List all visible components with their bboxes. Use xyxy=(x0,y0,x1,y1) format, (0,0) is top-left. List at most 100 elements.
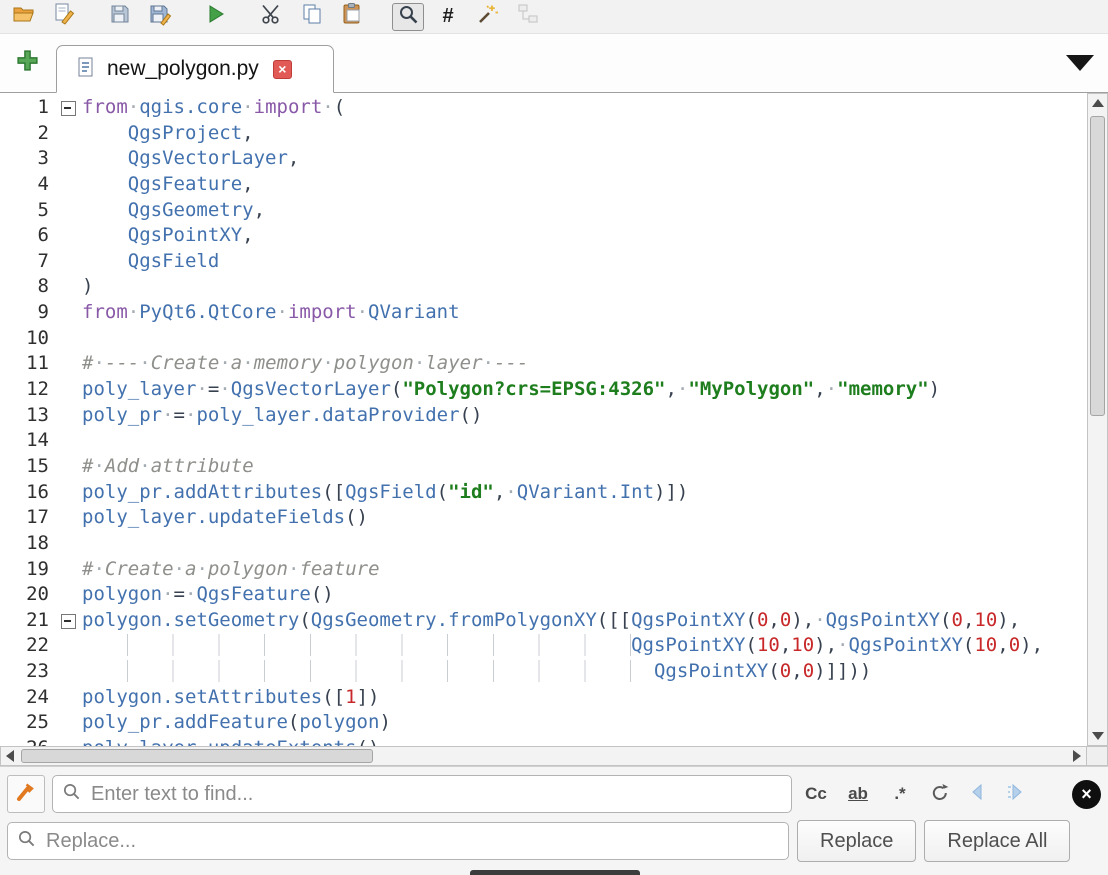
vertical-scrollbar[interactable] xyxy=(1087,93,1108,746)
code-line[interactable]: 10 xyxy=(0,326,1087,352)
line-number[interactable]: 10 xyxy=(0,326,56,352)
line-number[interactable]: 1 xyxy=(0,95,56,121)
line-number[interactable]: 21 xyxy=(0,608,56,634)
wrap-around-icon xyxy=(929,781,951,808)
fold-spacer xyxy=(56,710,82,736)
fold-spacer xyxy=(56,428,82,454)
code-text: poly_pr.addAttributes([QgsField("id",·QV… xyxy=(82,480,688,506)
find-options-button[interactable] xyxy=(7,775,45,813)
code-line[interactable]: 7 QgsField xyxy=(0,249,1087,275)
scroll-up-arrow[interactable] xyxy=(1088,94,1107,112)
scroll-left-arrow[interactable] xyxy=(1,747,19,765)
line-number[interactable]: 16 xyxy=(0,480,56,506)
code-line[interactable]: 15 #·Add·attribute xyxy=(0,454,1087,480)
line-number[interactable]: 24 xyxy=(0,685,56,711)
code-text: #·Add·attribute xyxy=(82,454,254,480)
line-number[interactable]: 11 xyxy=(0,351,56,377)
run-script-button[interactable] xyxy=(200,3,232,31)
save-button[interactable] xyxy=(104,3,136,31)
line-number[interactable]: 20 xyxy=(0,582,56,608)
line-number[interactable]: 17 xyxy=(0,505,56,531)
wrap-around-toggle[interactable] xyxy=(924,778,956,810)
code-line[interactable]: 14 xyxy=(0,428,1087,454)
code-line[interactable]: 23 QgsPointXY(0,0)]])) xyxy=(0,659,1087,685)
line-number[interactable]: 13 xyxy=(0,403,56,429)
code-text: #·Create·a·polygon·feature xyxy=(82,557,380,583)
line-number[interactable]: 14 xyxy=(0,428,56,454)
code-line[interactable]: 18 xyxy=(0,531,1087,557)
tab-list-dropdown-icon[interactable] xyxy=(1066,55,1094,71)
line-number[interactable]: 4 xyxy=(0,172,56,198)
code-line[interactable]: 1from·qgis.core·import·( xyxy=(0,95,1087,121)
scroll-right-arrow[interactable] xyxy=(1068,747,1086,765)
new-script-button[interactable] xyxy=(48,3,80,31)
cut-button[interactable] xyxy=(256,3,288,31)
code-line[interactable]: 9from·PyQt6.QtCore·import·QVariant xyxy=(0,300,1087,326)
line-number[interactable]: 22 xyxy=(0,633,56,659)
line-number[interactable]: 18 xyxy=(0,531,56,557)
copy-button[interactable] xyxy=(296,3,328,31)
code-line[interactable]: 22 QgsPointXY(10,10),·QgsPointXY(10,0), xyxy=(0,633,1087,659)
code-line[interactable]: 5 QgsGeometry, xyxy=(0,198,1087,224)
find-text-button[interactable] xyxy=(392,3,424,31)
horizontal-scrollbar[interactable] xyxy=(0,746,1087,766)
code-line[interactable]: 3 QgsVectorLayer, xyxy=(0,146,1087,172)
paste-button[interactable] xyxy=(336,3,368,31)
code-line[interactable]: 13poly_pr·=·poly_layer.dataProvider() xyxy=(0,403,1087,429)
tab-close-icon[interactable]: × xyxy=(273,60,292,79)
line-number[interactable]: 2 xyxy=(0,121,56,147)
line-number[interactable]: 3 xyxy=(0,146,56,172)
new-tab-button[interactable] xyxy=(14,50,40,76)
replace-all-button[interactable]: Replace All xyxy=(924,820,1070,862)
code-line[interactable]: 16 poly_pr.addAttributes([QgsField("id",·… xyxy=(0,480,1087,506)
tab-new-polygon[interactable]: new_polygon.py × xyxy=(56,45,334,93)
horizontal-scrollbar-thumb[interactable] xyxy=(21,749,373,763)
toggle-comment-button[interactable]: # xyxy=(432,3,464,31)
save-as-button[interactable] xyxy=(144,3,176,31)
code-line[interactable]: 4 QgsFeature, xyxy=(0,172,1087,198)
code-text: polygon.setAttributes([1]) xyxy=(82,685,379,711)
line-number[interactable]: 6 xyxy=(0,223,56,249)
line-number[interactable]: 26 xyxy=(0,736,56,746)
code-line[interactable]: 21polygon.setGeometry(QgsGeometry.fromPo… xyxy=(0,608,1087,634)
object-inspector-button[interactable] xyxy=(512,3,544,31)
find-previous-button[interactable] xyxy=(962,778,994,810)
code-lines[interactable]: 1from·qgis.core·import·(2 QgsProject,3 Q… xyxy=(0,93,1087,746)
whole-word-toggle[interactable]: ab xyxy=(840,777,876,811)
vertical-scrollbar-thumb[interactable] xyxy=(1090,116,1105,416)
code-line[interactable]: 24 polygon.setAttributes([1]) xyxy=(0,685,1087,711)
regex-toggle[interactable]: .* xyxy=(882,777,918,811)
line-number[interactable]: 12 xyxy=(0,377,56,403)
line-number[interactable]: 9 xyxy=(0,300,56,326)
scroll-down-arrow[interactable] xyxy=(1088,727,1107,745)
line-number[interactable]: 19 xyxy=(0,557,56,583)
find-input[interactable] xyxy=(52,775,792,813)
reformat-code-button[interactable] xyxy=(472,3,504,31)
code-line[interactable]: 19 #·Create·a·polygon·feature xyxy=(0,557,1087,583)
new-file-icon xyxy=(52,2,76,31)
code-line[interactable]: 6 QgsPointXY, xyxy=(0,223,1087,249)
code-line[interactable]: 8) xyxy=(0,274,1087,300)
replace-button[interactable]: Replace xyxy=(797,820,916,862)
replace-input[interactable] xyxy=(7,822,789,860)
code-line[interactable]: 26poly_layer.updateExtents() xyxy=(0,736,1087,746)
toolbar: # xyxy=(0,0,1108,34)
open-script-button[interactable] xyxy=(8,3,40,31)
line-number[interactable]: 23 xyxy=(0,659,56,685)
code-line[interactable]: 25poly_pr.addFeature(polygon) xyxy=(0,710,1087,736)
fold-marker[interactable] xyxy=(56,95,82,121)
code-line[interactable]: 12poly_layer·=·QgsVectorLayer("Polygon?c… xyxy=(0,377,1087,403)
find-next-button[interactable] xyxy=(1000,778,1032,810)
close-find-bar-button[interactable]: × xyxy=(1072,780,1101,809)
code-line[interactable]: 20polygon·=·QgsFeature() xyxy=(0,582,1087,608)
match-case-toggle[interactable]: Cc xyxy=(798,777,834,811)
line-number[interactable]: 8 xyxy=(0,274,56,300)
fold-marker[interactable] xyxy=(56,608,82,634)
code-line[interactable]: 2 QgsProject, xyxy=(0,121,1087,147)
line-number[interactable]: 15 xyxy=(0,454,56,480)
code-line[interactable]: 17poly_layer.updateFields() xyxy=(0,505,1087,531)
line-number[interactable]: 7 xyxy=(0,249,56,275)
line-number[interactable]: 25 xyxy=(0,710,56,736)
line-number[interactable]: 5 xyxy=(0,198,56,224)
code-line[interactable]: 11#·---·Create·a·memory·polygon·layer·--… xyxy=(0,351,1087,377)
